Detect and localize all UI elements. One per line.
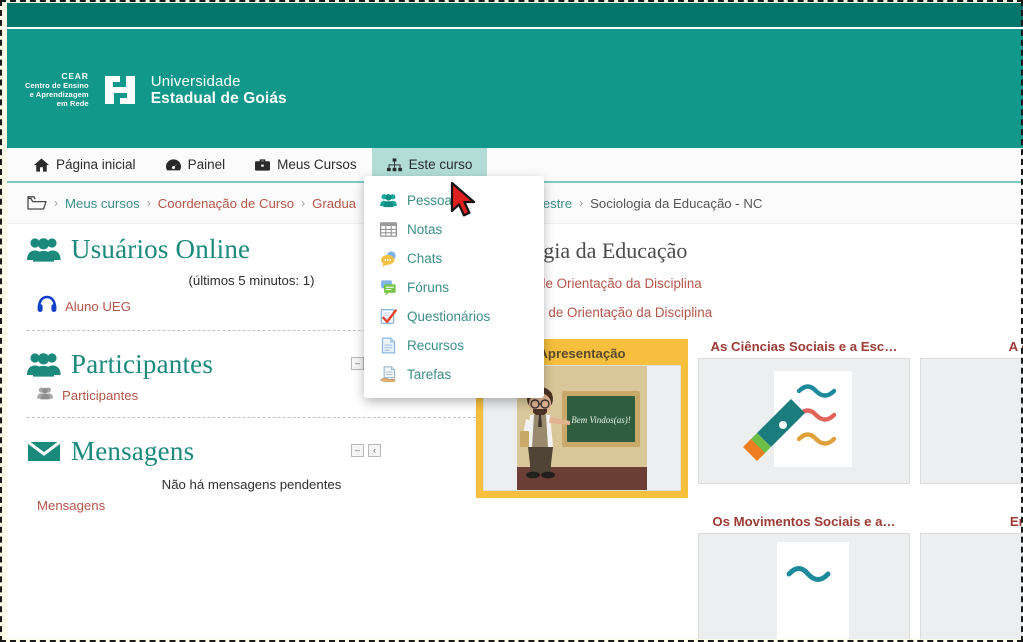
people-icon (380, 192, 397, 209)
card-title[interactable]: A esc (920, 339, 1023, 354)
squiggle-illustration (698, 533, 910, 639)
block-controls-mensagens: – ‹ (351, 444, 381, 457)
messages-link[interactable]: Mensagens (27, 498, 105, 513)
breadcrumb-separator: › (54, 196, 58, 210)
este-curso-dropdown-menu: Pessoas Notas Chats Fóruns Questionários… (364, 176, 544, 398)
course-card-ciencias-sociais[interactable]: As Ciências Sociais e a Esc… (698, 339, 910, 498)
menu-label-questionarios: Questionários (407, 309, 491, 324)
participants-link[interactable]: Participantes (62, 388, 138, 403)
menu-item-recursos[interactable]: Recursos (364, 331, 544, 360)
block-mensagens: – ‹ Mensagens Não há mensagens pendentes… (27, 436, 476, 521)
nav-label-pagina-inicial: Página inicial (56, 157, 136, 172)
ueg-logo[interactable]: CEAR Centro de Ensino e Aprendizagem em … (25, 67, 287, 113)
activity-item-chat[interactable]: Chat de Orientação da Disciplina (476, 273, 1023, 293)
site-header: CEAR Centro de Ensino e Aprendizagem em … (7, 29, 1023, 148)
block-title-mensagens: Mensagens (71, 436, 195, 466)
dashboard-icon (165, 158, 181, 172)
cear-line-3: em Rede (56, 99, 89, 108)
course-card-movimentos-sociais[interactable]: Os Movimentos Sociais e a… (698, 514, 910, 639)
nav-label-painel: Painel (187, 157, 226, 172)
block-divider (27, 417, 476, 418)
cear-line-1: Centro de Ensino (25, 81, 89, 90)
card-placeholder-image (920, 358, 1023, 484)
breadcrumb-item-graduacao[interactable]: Gradua (312, 196, 356, 211)
breadcrumb-item-meus-cursos[interactable]: Meus cursos (65, 196, 140, 211)
dock-block-button[interactable]: ‹ (368, 444, 381, 457)
course-card-a-escola[interactable]: A esc (920, 339, 1023, 498)
card-placeholder-image (920, 533, 1023, 639)
cear-abbrev: CEAR (61, 71, 89, 81)
briefcase-icon (255, 158, 271, 172)
block-title-usuarios-online: Usuários Online (71, 234, 251, 264)
course-content-column: Sociologia da Educação Chat de Orientaçã… (476, 224, 1023, 639)
sitemap-icon (386, 157, 402, 172)
breadcrumb-item-coordenacao[interactable]: Coordenação de Curso (158, 196, 294, 211)
resource-page-icon (380, 337, 397, 354)
menu-item-pessoas[interactable]: Pessoas (364, 186, 544, 215)
course-cards-row-2: Os Movimentos Sociais e a… Enco (476, 514, 1023, 639)
menu-item-chats[interactable]: Chats (364, 244, 544, 273)
menu-item-questionarios[interactable]: Questionários (364, 302, 544, 331)
nav-item-meus-cursos[interactable]: Meus Cursos (240, 148, 372, 181)
group-people-icon (27, 235, 61, 265)
nav-item-painel[interactable]: Painel (151, 148, 241, 181)
menu-label-notas: Notas (407, 222, 443, 237)
participants-icon (37, 386, 53, 405)
quiz-check-icon (380, 308, 397, 325)
online-user-name[interactable]: Aluno UEG (65, 299, 131, 314)
ueg-logo-mark-icon (97, 67, 143, 113)
course-cards-row-1: Apresentação Bem Vindos(as)! As Ciências… (476, 339, 1023, 498)
envelope-icon (27, 437, 61, 467)
university-name: Universidade Estadual de Goiás (151, 73, 287, 107)
menu-item-notas[interactable]: Notas (364, 215, 544, 244)
minimize-block-button[interactable]: – (351, 444, 364, 457)
breadcrumb-separator: › (301, 196, 306, 210)
menu-label-tarefas: Tarefas (407, 367, 452, 382)
folder-open-icon[interactable] (27, 195, 47, 211)
page-title: Sociologia da Educação (476, 238, 688, 263)
card-title[interactable]: Enco (920, 514, 1023, 529)
breadcrumb-item-current: Sociologia da Educação - NC (590, 195, 763, 211)
nav-label-este-curso: Este curso (408, 157, 473, 172)
menu-item-tarefas[interactable]: Tarefas (364, 360, 544, 389)
grid-table-icon (380, 221, 397, 238)
assignment-hand-icon (380, 366, 397, 383)
block-header: Mensagens (27, 436, 476, 467)
messages-empty-text: Não há mensagens pendentes (161, 477, 342, 492)
breadcrumb-separator: › (146, 196, 151, 210)
chat-bubble-icon (380, 250, 397, 267)
block-title-participantes: Participantes (71, 349, 214, 379)
forum-bubbles-icon (380, 279, 397, 296)
blackboard-text: Bem Vindos(as)! (571, 415, 631, 425)
nav-label-meus-cursos: Meus Cursos (277, 157, 357, 172)
minimize-block-button[interactable]: – (351, 357, 364, 370)
course-card-encontro[interactable]: Enco (920, 514, 1023, 639)
card-title[interactable]: Os Movimentos Sociais e a… (698, 514, 910, 529)
menu-label-chats: Chats (407, 251, 443, 266)
pen-writing-illustration (698, 358, 910, 484)
menu-label-foruns: Fóruns (407, 280, 450, 295)
screenshot-canvas: CEAR Centro de Ensino e Aprendizagem em … (0, 0, 1023, 642)
cear-logo-text: CEAR Centro de Ensino e Aprendizagem em … (25, 71, 89, 109)
nav-item-pagina-inicial[interactable]: Página inicial (19, 148, 151, 181)
menu-label-recursos: Recursos (407, 338, 465, 353)
breadcrumb-separator: › (579, 196, 584, 210)
home-icon (34, 157, 49, 172)
activity-item-forum[interactable]: Fórum de Orientação da Disciplina (476, 302, 1023, 322)
university-line-2: Estadual de Goiás (150, 90, 287, 107)
top-dark-bar (7, 3, 1023, 27)
group-people-icon (27, 350, 61, 380)
menu-item-foruns[interactable]: Fóruns (364, 273, 544, 302)
card-title[interactable]: As Ciências Sociais e a Esc… (698, 339, 910, 354)
menu-label-pessoas: Pessoas (407, 193, 459, 208)
university-line-1: Universidade (150, 73, 241, 90)
browser-page: CEAR Centro de Ensino e Aprendizagem em … (7, 3, 1023, 639)
headphones-avatar-icon (37, 295, 57, 318)
cear-line-2: e Aprendizagem (29, 90, 89, 99)
